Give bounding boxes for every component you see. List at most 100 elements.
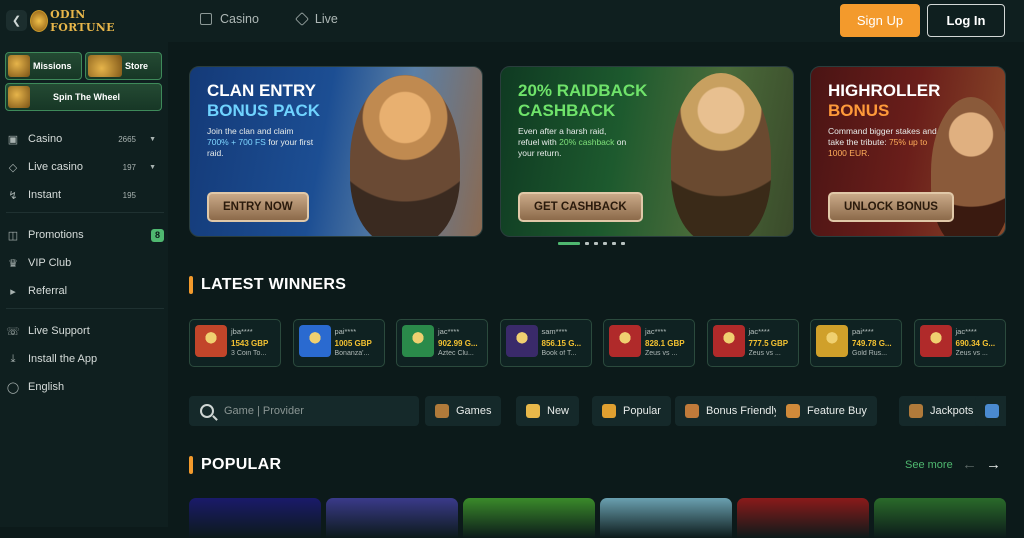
banner-subtitle: CASHBACK: [518, 101, 616, 120]
next-arrow-icon[interactable]: →: [986, 456, 1001, 473]
winner-game-name: Zeus vs ...: [645, 350, 678, 357]
sidebar-item-language[interactable]: ◯ English: [6, 377, 164, 397]
sidebar-item-promotions[interactable]: ◫ Promotions 8: [6, 225, 164, 245]
prev-arrow-icon[interactable]: ←: [962, 456, 977, 473]
nav-live-label: Live: [314, 12, 338, 26]
game-thumbnail: [195, 325, 227, 357]
winner-amount: 777.5 GBP: [748, 339, 789, 348]
game-tile[interactable]: [874, 498, 1006, 538]
game-tile[interactable]: [189, 498, 321, 538]
dice-icon: [200, 13, 212, 25]
filter-chip-label: Games: [456, 405, 492, 417]
sidebar-item-label: Install the App: [28, 353, 98, 365]
carousel-dot[interactable]: [621, 242, 625, 245]
filter-chip[interactable]: [975, 396, 1006, 426]
divider: [6, 308, 164, 309]
promo-missions-label: Missions: [33, 61, 72, 71]
winner-game-name: 3 Coin To...: [231, 350, 267, 357]
banner-raidback[interactable]: 20% RAIDBACK CASHBACK Even after a harsh …: [500, 66, 794, 237]
sign-up-button[interactable]: Sign Up: [840, 4, 920, 37]
winner-card[interactable]: jba**** 1543 GBP 3 Coin To...: [189, 319, 281, 367]
winner-card[interactable]: jac**** 777.5 GBP Zeus vs ...: [706, 319, 799, 367]
brand-logo[interactable]: ODIN FORTUNE: [30, 8, 134, 34]
winner-card[interactable]: pai**** 1005 GBP Bonanza'...: [292, 319, 385, 367]
nav-casino[interactable]: Casino: [200, 12, 259, 26]
game-tile[interactable]: [737, 498, 869, 538]
winner-amount: 828.1 GBP: [645, 339, 685, 348]
diamond-icon: [294, 11, 309, 27]
filter-chip[interactable]: Jackpots: [899, 396, 984, 426]
banner-description: Join the clan and claim 700% + 700 FS fo…: [207, 126, 317, 159]
carousel-dot[interactable]: [585, 242, 589, 245]
filter-chip[interactable]: Popular: [592, 396, 671, 426]
carousel-dot[interactable]: [603, 242, 607, 245]
carousel-dot[interactable]: [594, 242, 598, 245]
download-icon: ⤓: [10, 352, 16, 365]
promo-missions[interactable]: Missions: [5, 52, 82, 80]
crown-icon: ♛: [8, 257, 18, 270]
get-cashback-button[interactable]: GET CASHBACK: [518, 192, 643, 222]
promo-store[interactable]: Store: [85, 52, 162, 80]
banner-text: Join the clan and claim: [207, 126, 294, 136]
winner-game-name: Zeus vs ...: [955, 350, 988, 357]
game-tile[interactable]: [600, 498, 732, 538]
winner-game-name: Book of T...: [541, 350, 577, 357]
winner-card[interactable]: pai**** 749.78 G... Gold Rus...: [810, 319, 902, 367]
see-more-link[interactable]: See more: [905, 459, 953, 471]
sidebar-item-live-support[interactable]: ☏ Live Support: [6, 321, 164, 341]
game-thumbnail: [816, 325, 848, 357]
filter-chip[interactable]: Feature Buy: [776, 396, 877, 426]
unlock-bonus-button[interactable]: UNLOCK BONUS: [828, 192, 954, 222]
sidebar-item-vip-club[interactable]: ♛ VIP Club: [6, 253, 164, 273]
live-icon: ◇: [8, 161, 18, 174]
log-in-button[interactable]: Log In: [927, 4, 1005, 37]
winner-card[interactable]: sam**** 856.15 G... Book of T...: [499, 319, 592, 367]
winner-card[interactable]: jac**** 828.1 GBP Zeus vs ...: [603, 319, 695, 367]
sidebar-item-referral[interactable]: ▸ Referral: [6, 281, 164, 301]
search-box[interactable]: [189, 396, 419, 426]
chevron-down-icon: ▼: [149, 135, 156, 143]
sidebar-item-label: Live casino: [28, 161, 84, 173]
pot-icon: [909, 404, 923, 418]
banner-title: 20% RAIDBACK: [518, 81, 648, 100]
game-tile[interactable]: [326, 498, 458, 538]
chevron-down-icon: ▼: [149, 163, 156, 171]
helmet-icon: [685, 404, 699, 418]
banner-description: Even after a harsh raid, refuel with 20%…: [518, 126, 628, 159]
latest-winners-heading: LATEST WINNERS: [189, 276, 346, 294]
entry-now-button[interactable]: ENTRY NOW: [207, 192, 309, 222]
winner-card[interactable]: jac**** 690.34 G... Zeus vs ...: [913, 319, 1006, 367]
trophy-icon: [602, 404, 616, 418]
game-thumbnail: [919, 325, 952, 357]
promotions-count-badge: 8: [151, 228, 164, 242]
winner-username: pai****: [852, 327, 874, 336]
store-icon: [88, 55, 122, 77]
search-input[interactable]: [224, 405, 404, 417]
sidebar-item-casino[interactable]: ▣ Casino 2665 ▼: [6, 129, 164, 149]
game-thumbnail: [712, 325, 745, 357]
banner-clan-entry[interactable]: CLAN ENTRY BONUS PACK Join the clan and c…: [189, 66, 483, 237]
sidebar-item-install-app[interactable]: ⤓ Install the App: [6, 349, 164, 369]
sidebar-item-instant[interactable]: ↯ Instant 195: [6, 185, 164, 205]
missions-icon: [8, 55, 30, 77]
promo-spin-the-wheel[interactable]: Spin The Wheel: [5, 83, 162, 111]
sidebar-item-label: English: [28, 381, 65, 393]
winner-username: jac****: [748, 327, 770, 336]
game-tile[interactable]: [463, 498, 595, 538]
nav-live[interactable]: Live: [294, 11, 338, 27]
sidebar-item-label: Referral: [28, 285, 68, 297]
collapse-sidebar-button[interactable]: ❮: [6, 10, 27, 31]
section-accent-bar: [189, 456, 193, 474]
wheel-icon: [8, 86, 30, 108]
banner-highroller[interactable]: HIGHROLLER BONUS Command bigger stakes an…: [810, 66, 1006, 237]
filter-chip[interactable]: New: [516, 396, 580, 426]
carousel-dot-active[interactable]: [558, 242, 580, 245]
carousel-dot[interactable]: [612, 242, 616, 245]
winner-card[interactable]: jac**** 902.99 G... Aztec Clu...: [396, 319, 488, 367]
game-thumbnail: [505, 325, 538, 357]
winner-amount: 856.15 G...: [541, 339, 582, 348]
filter-chip[interactable]: Games: [425, 396, 502, 426]
game-thumbnail: [402, 325, 434, 357]
sidebar-item-live-casino[interactable]: ◇ Live casino 197 ▼: [6, 157, 164, 177]
filter-chip[interactable]: Bonus Friendly: [675, 396, 790, 426]
